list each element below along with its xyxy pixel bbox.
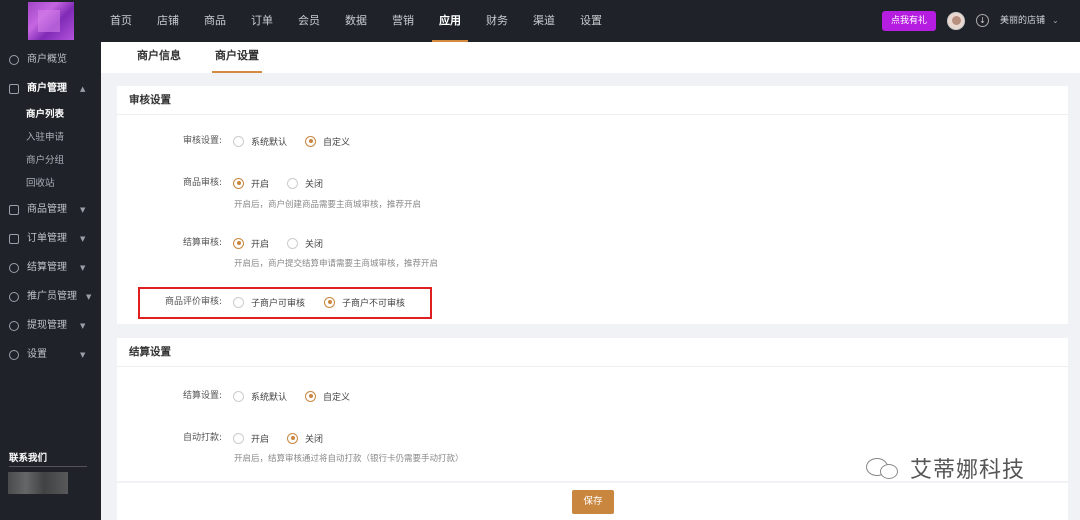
- avatar[interactable]: [947, 12, 965, 30]
- goods-audit-label: 商品审核:: [182, 178, 222, 188]
- goods-audit-off-radio[interactable]: 关闭: [287, 176, 323, 190]
- settle-mode-label: 结算设置:: [182, 391, 222, 401]
- store-icon: [9, 84, 19, 94]
- nav-members[interactable]: 会员: [288, 0, 330, 42]
- section-title: 审核设置: [129, 94, 171, 106]
- settle-audit-hint: 开启后，商户提交结算申请需要主商城审核，推荐开启: [234, 259, 439, 269]
- tab-bar: 商户信息 商户设置: [101, 42, 1080, 73]
- sidebar-item-label: 设置: [27, 349, 47, 360]
- withdraw-icon: [9, 321, 19, 331]
- sidebar-item-label: 商户管理: [27, 83, 67, 94]
- sidebar-item-overview[interactable]: 商户概览: [0, 46, 101, 74]
- sidebar-item-promoter-mgmt[interactable]: 推广员管理 ▼: [0, 283, 101, 311]
- save-button[interactable]: 保存: [572, 490, 614, 514]
- nav-home[interactable]: 首页: [100, 0, 142, 42]
- chevron-down-icon: ▼: [80, 322, 86, 330]
- nav-orders[interactable]: 订单: [241, 0, 283, 42]
- settle-audit-off-radio[interactable]: 关闭: [287, 236, 323, 250]
- promoter-icon: [9, 292, 19, 302]
- nav-channels[interactable]: 渠道: [523, 0, 565, 42]
- auto-pay-off-radio[interactable]: 关闭: [287, 431, 323, 445]
- gift-button[interactable]: 点我有礼: [882, 11, 936, 31]
- sidebar-sub-merchant-group[interactable]: 商户分组: [26, 153, 64, 169]
- contact-info-blurred: [8, 472, 68, 494]
- auto-pay-hint: 开启后，结算审核通过将自动打款（银行卡仍需要手动打款）: [234, 454, 464, 464]
- chevron-down-icon: ▼: [86, 293, 92, 301]
- sidebar-sub-recycle-bin[interactable]: 回收站: [26, 176, 55, 192]
- tab-merchant-settings[interactable]: 商户设置: [212, 42, 262, 73]
- order-icon: [9, 234, 19, 244]
- settle-icon: [9, 263, 19, 273]
- sidebar-item-label: 商品管理: [27, 204, 67, 215]
- nav-shop[interactable]: 店铺: [147, 0, 189, 42]
- settings-icon: [9, 350, 19, 360]
- section-title: 结算设置: [129, 346, 171, 358]
- sidebar-sub-merchant-list[interactable]: 商户列表: [26, 107, 64, 123]
- nav-goods[interactable]: 商品: [194, 0, 236, 42]
- sidebar-item-order-mgmt[interactable]: 订单管理 ▼: [0, 225, 101, 253]
- nav-data[interactable]: 数据: [335, 0, 377, 42]
- sidebar-item-merchant-mgmt[interactable]: 商户管理 ▲: [0, 75, 101, 103]
- audit-mode-custom-radio[interactable]: 自定义: [305, 134, 350, 148]
- watermark-text: 艾蒂娜科技: [910, 458, 1026, 483]
- sidebar-item-label: 结算管理: [27, 262, 67, 273]
- nav-finance[interactable]: 财务: [476, 0, 518, 42]
- goods-audit-hint: 开启后，商户创建商品需要主商城审核，推荐开启: [234, 200, 422, 210]
- divider: [9, 466, 87, 467]
- nav-settings[interactable]: 设置: [570, 0, 612, 42]
- sidebar-item-goods-mgmt[interactable]: 商品管理 ▼: [0, 196, 101, 224]
- chevron-up-icon: ▲: [80, 85, 86, 93]
- main-nav: 首页 店铺 商品 订单 会员 数据 营销 应用 财务 渠道 设置: [100, 0, 617, 42]
- sidebar-item-label: 商户概览: [27, 54, 67, 65]
- chevron-down-icon: ▼: [80, 351, 86, 359]
- chevron-down-icon: ▼: [80, 206, 86, 214]
- sidebar-item-settle-mgmt[interactable]: 结算管理 ▼: [0, 254, 101, 282]
- logo[interactable]: [28, 2, 74, 40]
- auto-pay-label: 自动打款:: [182, 433, 222, 443]
- sidebar-item-settings[interactable]: 设置 ▼: [0, 341, 101, 369]
- audit-mode-default-radio[interactable]: 系统默认: [233, 134, 287, 148]
- gear-icon: [9, 55, 19, 65]
- sidebar: 商户概览 商户管理 ▲ 商户列表 入驻申请 商户分组 回收站 商品管理 ▼ 订单…: [0, 42, 101, 520]
- review-audit-denied-radio[interactable]: 子商户不可审核: [324, 295, 405, 309]
- chevron-down-icon: ▼: [80, 235, 86, 243]
- nav-apps[interactable]: 应用: [429, 0, 471, 42]
- settle-mode-default-radio[interactable]: 系统默认: [233, 389, 287, 403]
- goods-audit-on-radio[interactable]: 开启: [233, 176, 269, 190]
- wechat-icon: [866, 456, 906, 480]
- sidebar-item-label: 提现管理: [27, 320, 67, 331]
- auto-pay-on-radio[interactable]: 开启: [233, 431, 269, 445]
- sidebar-sub-join-apply[interactable]: 入驻申请: [26, 130, 64, 146]
- review-audit-label: 商品评价审核:: [164, 297, 222, 307]
- chevron-down-icon[interactable]: ⌄: [1052, 0, 1059, 42]
- watermark: 艾蒂娜科技: [866, 452, 1025, 484]
- goods-icon: [9, 205, 19, 215]
- shop-name[interactable]: 美丽的店铺: [1000, 0, 1045, 42]
- settle-audit-on-radio[interactable]: 开启: [233, 236, 269, 250]
- tab-merchant-info[interactable]: 商户信息: [137, 42, 181, 73]
- sidebar-item-label: 订单管理: [27, 233, 67, 244]
- audit-mode-label: 审核设置:: [182, 136, 222, 146]
- sidebar-item-label: 推广员管理: [27, 291, 77, 302]
- settle-audit-label: 结算审核:: [182, 238, 222, 248]
- top-navbar: 首页 店铺 商品 订单 会员 数据 营销 应用 财务 渠道 设置 点我有礼 ↓ …: [0, 0, 1080, 42]
- sidebar-item-withdraw-mgmt[interactable]: 提现管理 ▼: [0, 312, 101, 340]
- main-content: 商户信息 商户设置 审核设置 结算设置: [101, 42, 1080, 520]
- settle-mode-custom-radio[interactable]: 自定义: [305, 389, 350, 403]
- nav-marketing[interactable]: 营销: [382, 0, 424, 42]
- divider: [117, 366, 1068, 367]
- download-icon[interactable]: ↓: [976, 14, 989, 27]
- review-audit-allowed-radio[interactable]: 子商户可审核: [233, 295, 305, 309]
- chevron-down-icon: ▼: [80, 264, 86, 272]
- contact-us: 联系我们: [9, 453, 48, 464]
- divider: [117, 114, 1068, 115]
